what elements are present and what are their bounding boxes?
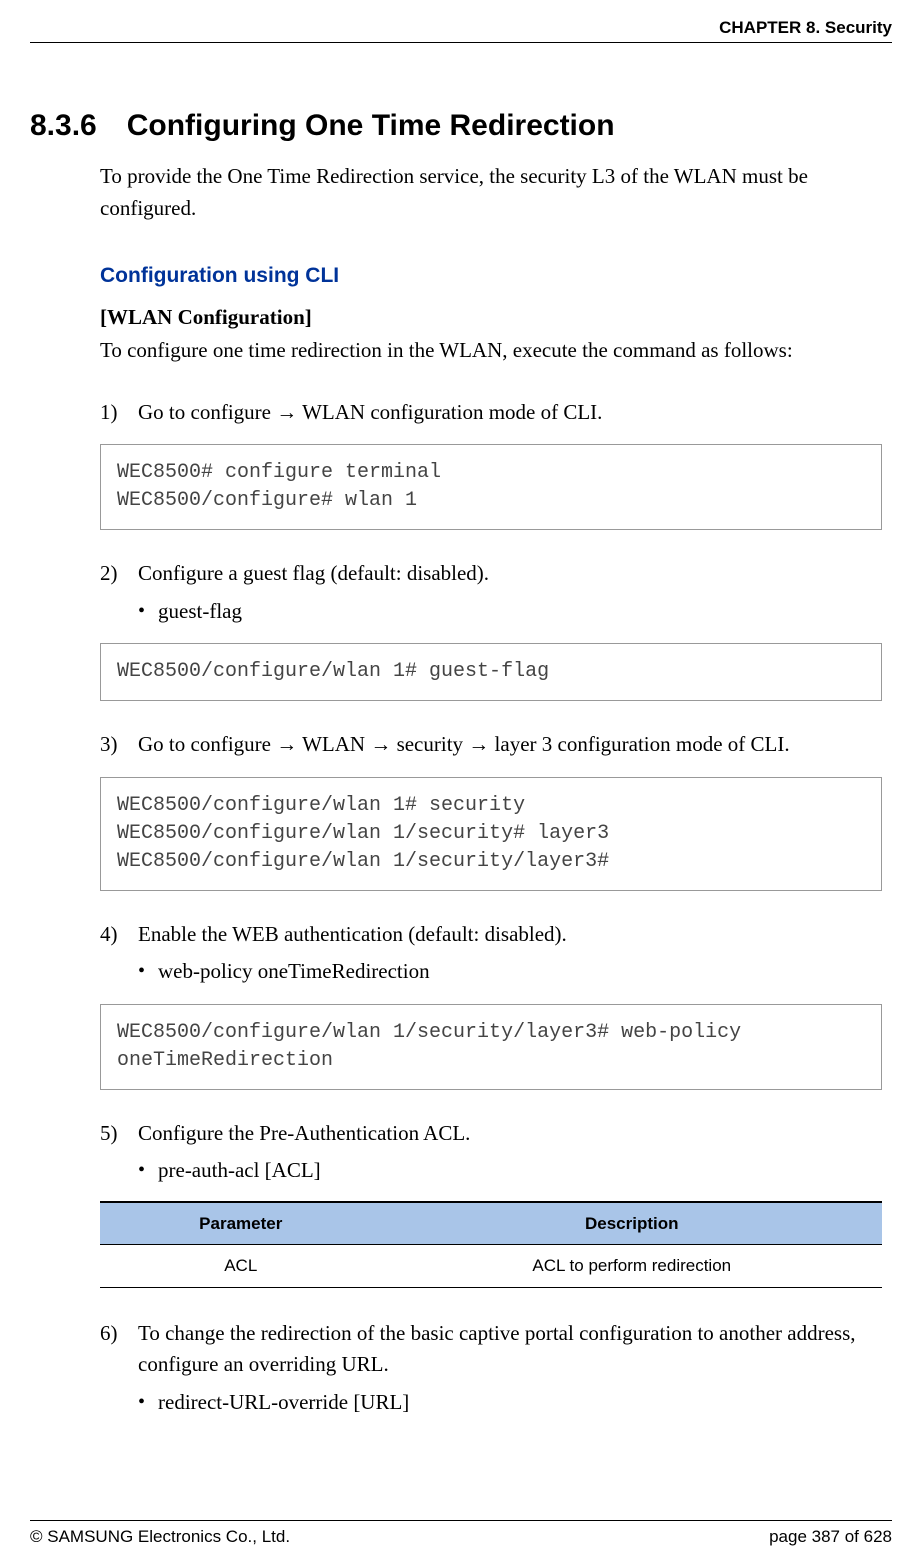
step-number: 5) [100,1118,138,1150]
step-text: Configure a guest flag (default: disable… [138,558,882,590]
copyright-text: © SAMSUNG Electronics Co., Ltd. [30,1527,290,1547]
wlan-config-desc: To configure one time redirection in the… [100,335,882,367]
wlan-config-label: [WLAN Configuration] [100,302,882,334]
code-block: WEC8500/configure/wlan 1/security/layer3… [100,1004,882,1090]
bullet-icon: • [138,596,158,628]
step-text: To change the redirection of the basic c… [138,1318,882,1381]
step-number: 6) [100,1318,138,1381]
section-heading: 8.3.6 Configuring One Time Redirection [30,109,892,143]
step-text: Enable the WEB authentication (default: … [138,919,882,951]
step-text: Configure the Pre-Authentication ACL. [138,1118,882,1150]
header-rule [30,42,892,43]
code-block: WEC8500/configure/wlan 1# security WEC85… [100,777,882,891]
step-2: 2) Configure a guest flag (default: disa… [100,558,882,627]
step-3: 3) Go to configure → WLAN → security → l… [100,729,882,761]
bullet-icon: • [138,1155,158,1187]
table-row: ACL ACL to perform redirection [100,1245,882,1288]
table-cell-parameter: ACL [100,1245,382,1288]
step-number: 3) [100,729,138,761]
footer-rule [30,1520,892,1521]
step-4: 4) Enable the WEB authentication (defaul… [100,919,882,988]
table-cell-description: ACL to perform redirection [382,1245,882,1288]
table-header-parameter: Parameter [100,1202,382,1245]
chapter-label: CHAPTER 8. Security [719,18,892,37]
code-block: WEC8500/configure/wlan 1# guest-flag [100,643,882,701]
code-block: WEC8500# configure terminal WEC8500/conf… [100,444,882,530]
bullet-text: pre-auth-acl [ACL] [158,1155,321,1187]
page-footer: © SAMSUNG Electronics Co., Ltd. page 387… [30,1520,892,1547]
step-5: 5) Configure the Pre-Authentication ACL.… [100,1118,882,1187]
step-number: 4) [100,919,138,951]
bullet-text: guest-flag [158,596,242,628]
step-text: Go to configure → WLAN → security → laye… [138,729,882,761]
step-number: 2) [100,558,138,590]
bullet-icon: • [138,1387,158,1419]
step-text: Go to configure → WLAN configuration mod… [138,397,882,429]
bullet-text: redirect-URL-override [URL] [158,1387,409,1419]
step-6: 6) To change the redirection of the basi… [100,1318,882,1419]
page-header: CHAPTER 8. Security [30,18,892,49]
cli-heading: Configuration using CLI [100,260,882,292]
step-number: 1) [100,397,138,429]
intro-paragraph: To provide the One Time Redirection serv… [100,161,882,224]
bullet-icon: • [138,956,158,988]
page-number: page 387 of 628 [769,1527,892,1547]
bullet-text: web-policy oneTimeRedirection [158,956,430,988]
parameter-table: Parameter Description ACL ACL to perform… [100,1201,882,1288]
step-1: 1) Go to configure → WLAN configuration … [100,397,882,429]
section-number: 8.3.6 [30,109,97,143]
section-title: Configuring One Time Redirection [127,109,615,142]
table-header-description: Description [382,1202,882,1245]
